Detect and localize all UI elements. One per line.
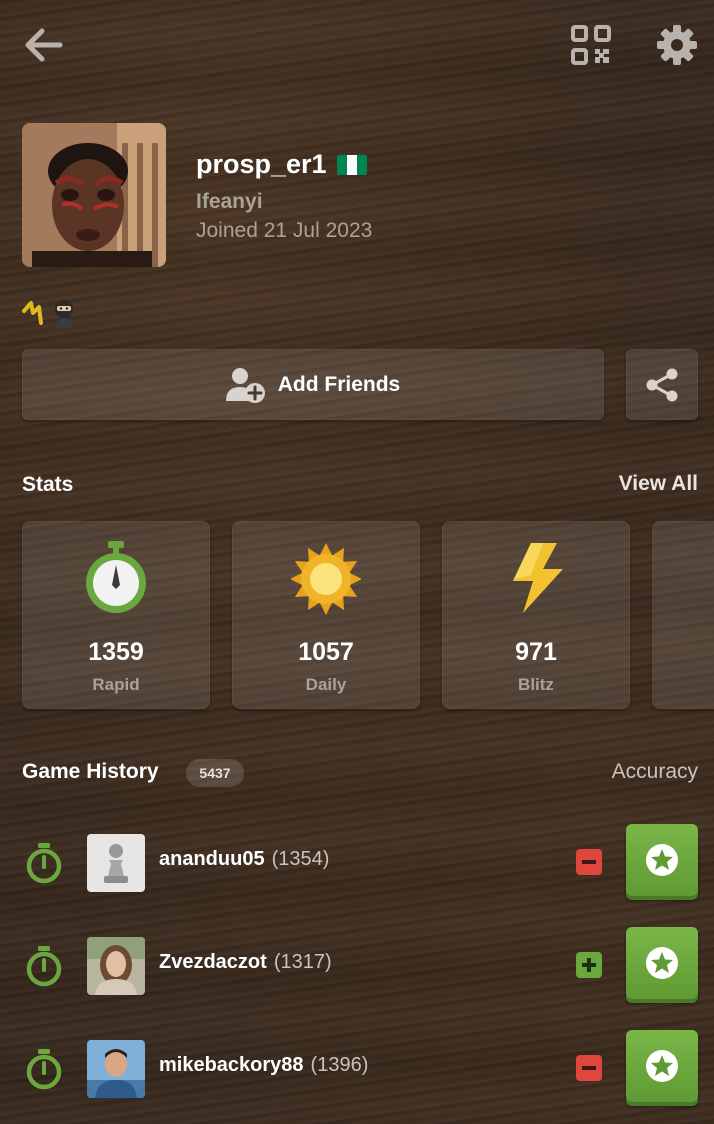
- gear-icon[interactable]: [654, 22, 700, 68]
- nigeria-flag-icon: [336, 154, 367, 175]
- stopwatch-icon: [81, 541, 151, 615]
- stat-label: Blitz: [518, 675, 554, 694]
- stat-value: 971: [515, 638, 557, 666]
- stat-card-rapid[interactable]: 1359 Rapid: [22, 521, 210, 709]
- back-arrow-icon[interactable]: [20, 22, 66, 68]
- add-friend-icon: [225, 367, 265, 403]
- photo-avatar[interactable]: [87, 1040, 145, 1098]
- lightning-icon: [501, 541, 571, 615]
- star-icon: [646, 1050, 678, 1082]
- game-row[interactable]: Zvezdaczot (1317): [0, 927, 714, 1007]
- add-friends-button[interactable]: Add Friends: [22, 349, 604, 420]
- review-game-button[interactable]: [626, 824, 698, 896]
- joined-date: Joined 21 Jul 2023: [196, 219, 373, 242]
- stat-label: Daily: [305, 675, 347, 694]
- review-game-button[interactable]: [626, 1030, 698, 1102]
- game-count-badge: 5437: [186, 759, 244, 787]
- stat-value: 1057: [298, 638, 354, 666]
- view-all-link[interactable]: View All: [619, 472, 698, 496]
- stat-card-more[interactable]: [652, 521, 714, 709]
- stat-value: 1359: [88, 638, 144, 666]
- zigzag-emoji-icon: [22, 301, 43, 325]
- photo-avatar[interactable]: [87, 937, 145, 995]
- username-row: prosp_er1: [196, 149, 367, 180]
- sun-icon: [290, 541, 362, 615]
- stats-title: Stats: [22, 473, 74, 496]
- pawn-avatar[interactable]: [87, 834, 145, 892]
- accuracy-label: Accuracy: [611, 760, 698, 783]
- stat-card-blitz[interactable]: 971 Blitz: [442, 521, 630, 709]
- opponent-name[interactable]: ananduu05: [159, 848, 265, 871]
- profile-header: prosp_er1 Ifeanyi Joined 21 Jul 2023: [22, 123, 692, 268]
- game-row[interactable]: ananduu05 (1354): [0, 824, 714, 904]
- rapid-stopwatch-icon: [24, 842, 64, 884]
- username: prosp_er1: [196, 149, 327, 179]
- star-icon: [646, 844, 678, 876]
- opponent-name[interactable]: Zvezdaczot: [159, 951, 267, 974]
- opponent-info: mikebackory88 (1396): [159, 1054, 368, 1077]
- stat-card-daily[interactable]: 1057 Daily: [232, 521, 420, 709]
- ninja-emoji-icon: [55, 300, 73, 328]
- rapid-stopwatch-icon: [24, 945, 64, 987]
- opponent-info: ananduu05 (1354): [159, 848, 329, 871]
- loss-minus-icon: [576, 1055, 602, 1081]
- game-history-title: Game History: [22, 760, 159, 783]
- add-friends-label: Add Friends: [277, 372, 401, 396]
- profile-screen: prosp_er1 Ifeanyi Joined 21 Jul 2023 Add: [0, 0, 714, 1124]
- share-button[interactable]: [626, 349, 698, 420]
- game-row[interactable]: mikebackory88 (1396): [0, 1030, 714, 1110]
- status-emojis: [22, 298, 78, 328]
- opponent-rating: (1396): [310, 1054, 369, 1076]
- stat-label: Rapid: [92, 675, 140, 694]
- real-name: Ifeanyi: [196, 190, 263, 213]
- share-icon: [646, 368, 678, 401]
- opponent-rating: (1354): [271, 848, 330, 870]
- top-bar: [0, 0, 714, 90]
- loss-minus-icon: [576, 849, 602, 875]
- opponent-info: Zvezdaczot (1317): [159, 951, 332, 974]
- opponent-rating: (1317): [273, 951, 332, 973]
- avatar[interactable]: [22, 123, 166, 267]
- opponent-name[interactable]: mikebackory88: [159, 1054, 304, 1077]
- rapid-stopwatch-icon: [24, 1048, 64, 1090]
- star-icon: [646, 947, 678, 979]
- review-game-button[interactable]: [626, 927, 698, 999]
- win-plus-icon: [576, 952, 602, 978]
- qr-code-icon[interactable]: [570, 24, 612, 66]
